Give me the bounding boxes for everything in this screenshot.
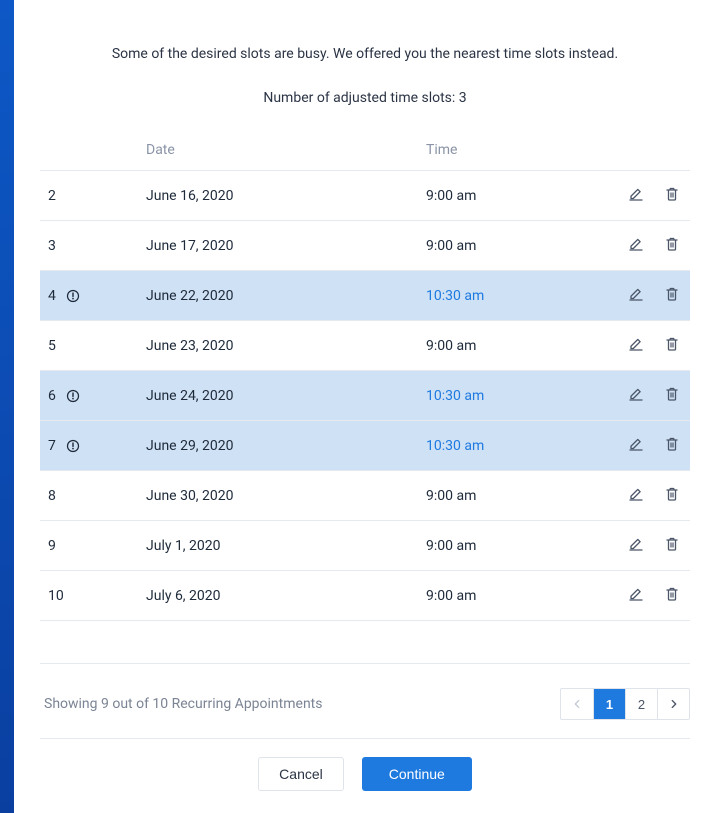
row-date: June 17, 2020 [140, 221, 420, 271]
table-row: 8 June 30, 20209:00 am [40, 471, 690, 521]
delete-icon[interactable] [663, 285, 681, 303]
row-date: June 23, 2020 [140, 321, 420, 371]
adjusted-warning-icon [66, 389, 80, 403]
edit-icon[interactable] [627, 185, 645, 203]
delete-icon[interactable] [663, 335, 681, 353]
pager-page[interactable]: 2 [625, 689, 657, 719]
row-date: June 24, 2020 [140, 371, 420, 421]
row-time: 9:00 am [420, 521, 618, 571]
row-number: 10 [48, 588, 64, 604]
table-row: 6 June 24, 202010:30 am [40, 371, 690, 421]
pager-prev[interactable] [561, 689, 593, 719]
delete-icon[interactable] [663, 435, 681, 453]
edit-icon[interactable] [627, 285, 645, 303]
row-date: June 22, 2020 [140, 271, 420, 321]
edit-icon[interactable] [627, 235, 645, 253]
header-edit [618, 132, 654, 171]
delete-icon[interactable] [663, 185, 681, 203]
table-row: 4 June 22, 202010:30 am [40, 271, 690, 321]
row-time: 9:00 am [420, 571, 618, 621]
header-delete [654, 132, 690, 171]
table-row: 10 July 6, 20209:00 am [40, 571, 690, 621]
adjusted-warning-icon [66, 289, 80, 303]
adjusted-warning-icon [66, 439, 80, 453]
row-date: July 1, 2020 [140, 521, 420, 571]
dialog-footer: Showing 9 out of 10 Recurring Appointmen… [40, 663, 690, 813]
row-number: 8 [48, 488, 56, 504]
table-row: 9 July 1, 20209:00 am [40, 521, 690, 571]
row-number: 9 [48, 538, 56, 554]
row-number: 2 [48, 188, 56, 204]
row-time: 9:00 am [420, 471, 618, 521]
pager-next[interactable] [657, 689, 689, 719]
delete-icon[interactable] [663, 485, 681, 503]
table-row: 7 June 29, 202010:30 am [40, 421, 690, 471]
edit-icon[interactable] [627, 535, 645, 553]
slots-table: Date Time 2June 16, 20209:00 am3June 17,… [40, 132, 690, 621]
edit-icon[interactable] [627, 435, 645, 453]
row-number: 3 [48, 238, 56, 254]
delete-icon[interactable] [663, 385, 681, 403]
actions-row: Cancel Continue [40, 738, 690, 813]
edit-icon[interactable] [627, 585, 645, 603]
row-date: June 29, 2020 [140, 421, 420, 471]
table-row: 2 June 16, 20209:00 am [40, 171, 690, 221]
pager-row: Showing 9 out of 10 Recurring Appointmen… [40, 664, 690, 738]
row-number: 5 [48, 338, 56, 354]
dialog-panel: Some of the desired slots are busy. We o… [14, 0, 716, 813]
edit-icon[interactable] [627, 385, 645, 403]
cancel-button[interactable]: Cancel [258, 757, 344, 791]
dialog-content: Some of the desired slots are busy. We o… [14, 0, 716, 663]
row-time: 10:30 am [420, 421, 618, 471]
edit-icon[interactable] [627, 485, 645, 503]
row-time: 10:30 am [420, 371, 618, 421]
row-number: 6 [48, 388, 56, 404]
row-date: June 30, 2020 [140, 471, 420, 521]
pager: 12 [560, 688, 690, 720]
row-number: 4 [48, 288, 56, 304]
header-time: Time [420, 132, 618, 171]
pager-info: Showing 9 out of 10 Recurring Appointmen… [40, 696, 322, 712]
row-date: July 6, 2020 [140, 571, 420, 621]
adjusted-count: Number of adjusted time slots: 3 [40, 90, 690, 106]
continue-button[interactable]: Continue [362, 757, 472, 791]
intro-message: Some of the desired slots are busy. We o… [40, 46, 690, 62]
row-time: 9:00 am [420, 171, 618, 221]
table-row: 3 June 17, 20209:00 am [40, 221, 690, 271]
row-time: 9:00 am [420, 321, 618, 371]
row-time: 9:00 am [420, 221, 618, 271]
row-date: June 16, 2020 [140, 171, 420, 221]
pager-page[interactable]: 1 [593, 689, 625, 719]
table-row: 5 June 23, 20209:00 am [40, 321, 690, 371]
row-number: 7 [48, 438, 56, 454]
row-time: 10:30 am [420, 271, 618, 321]
edit-icon[interactable] [627, 335, 645, 353]
delete-icon[interactable] [663, 585, 681, 603]
side-accent-strip [0, 0, 14, 813]
header-num [40, 132, 140, 171]
header-date: Date [140, 132, 420, 171]
delete-icon[interactable] [663, 235, 681, 253]
delete-icon[interactable] [663, 535, 681, 553]
